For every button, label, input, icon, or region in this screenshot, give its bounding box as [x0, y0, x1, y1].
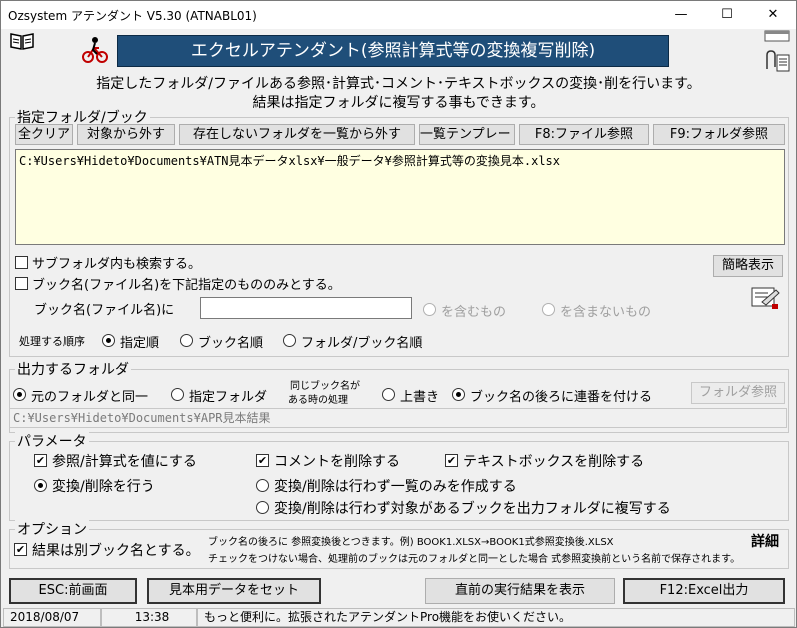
minimize-button[interactable]: —: [658, 1, 704, 29]
esc-back-button[interactable]: ESC:前画面: [9, 578, 137, 604]
delete-comments-checkbox[interactable]: ✔: [256, 454, 269, 467]
folder-book-list[interactable]: C:¥Users¥Hideto¥Documents¥ATN見本データxlsx¥一…: [15, 149, 785, 245]
bookname-only-label[interactable]: ブック名(ファイル名)を下記指定のもののみとする。: [32, 274, 341, 293]
copy-only-radio[interactable]: [256, 501, 269, 514]
window-title: Ozsystem アテンダント V5.30 (ATNABL01): [8, 9, 257, 23]
maximize-button[interactable]: ☐: [704, 1, 750, 29]
remove-missing-folders-button[interactable]: 存在しないフォルダを一覧から外す: [179, 124, 415, 145]
order-folder-book-radio[interactable]: [283, 334, 296, 347]
app-window: Ozsystem アテンダント V5.30 (ATNABL01) — ☐ ✕ エ…: [0, 0, 797, 628]
bookname-only-checkbox[interactable]: [15, 277, 28, 290]
sequence-number-radio[interactable]: [452, 388, 465, 401]
separate-book-label[interactable]: 結果は別ブック名とする。: [32, 540, 200, 560]
simple-view-button[interactable]: 簡略表示: [713, 255, 783, 277]
description-line-1: 指定したフォルダ/ファイルある参照･計算式･コメント･テキストボックスの変換･削…: [96, 76, 701, 92]
copy-only-label[interactable]: 変換/削除は行わず対象があるブックを出力フォルダに複写する: [274, 498, 671, 518]
order-bookname-label[interactable]: ブック名順: [198, 332, 263, 351]
options-note-line1: ブック名の後ろに 参照変換後とつきます。例) BOOK1.XLSX→BOOK1式…: [208, 537, 614, 548]
delete-comments-label[interactable]: コメントを削除する: [274, 451, 400, 471]
output-path-field[interactable]: C:¥Users¥Hideto¥Documents¥APR見本結果: [9, 408, 787, 428]
execute-label[interactable]: 変換/削除を行う: [52, 476, 155, 496]
banner-title: エクセルアテンダント(参照計算式等の変換複写削除): [190, 41, 596, 61]
not-contains-label[interactable]: を含まないもの: [560, 301, 651, 320]
detail-link[interactable]: 詳細: [751, 531, 779, 551]
specified-folder-label[interactable]: 指定フォルダ: [189, 386, 267, 405]
status-time: 13:38: [101, 608, 197, 627]
options-note-line2: チェックをつけない場合、処理前のブックは元のフォルダと同一とした場合 式参照変換…: [208, 554, 741, 565]
status-date: 2018/08/07: [3, 608, 101, 627]
delete-textbox-checkbox[interactable]: ✔: [445, 454, 458, 467]
not-contains-radio[interactable]: [542, 303, 555, 316]
same-name-note-line1: 同じブック名が: [290, 381, 360, 392]
order-folder-book-label[interactable]: フォルダ/ブック名順: [301, 332, 422, 351]
execute-radio[interactable]: [34, 479, 47, 492]
list-item[interactable]: C:¥Users¥Hideto¥Documents¥ATN見本データxlsx¥一…: [16, 150, 784, 171]
f12-excel-output-button[interactable]: F12:Excel出力: [623, 578, 785, 604]
status-message: もっと便利に。拡張されたアテンダントPro機能をお使いください。: [197, 608, 795, 627]
set-sample-data-button[interactable]: 見本用データをセット: [147, 578, 321, 604]
specified-folder-radio[interactable]: [171, 388, 184, 401]
output-folder-reference-button[interactable]: フォルダ参照: [691, 382, 785, 404]
f9-folder-reference-button[interactable]: F9:フォルダ参照: [653, 124, 785, 145]
bookname-filter-label: ブック名(ファイル名)に: [34, 303, 175, 318]
same-name-note-line2: ある時の処理: [288, 395, 348, 406]
window-icon[interactable]: [763, 29, 793, 43]
list-template-button[interactable]: 一覧テンプレート: [419, 124, 515, 145]
separate-book-checkbox[interactable]: ✔: [14, 543, 27, 556]
sequence-number-label[interactable]: ブック名の後ろに連番を付ける: [470, 386, 652, 405]
book-icon[interactable]: [9, 31, 35, 51]
overwrite-radio[interactable]: [382, 388, 395, 401]
parameters-legend: パラメータ: [15, 431, 89, 451]
remove-from-target-button[interactable]: 対象から外す: [77, 124, 175, 145]
clip-icon[interactable]: [763, 49, 791, 73]
same-folder-label[interactable]: 元のフォルダと同一: [31, 386, 148, 405]
f8-file-reference-button[interactable]: F8:ファイル参照: [519, 124, 649, 145]
contains-label[interactable]: を含むもの: [441, 301, 506, 320]
title-bar: Ozsystem アテンダント V5.30 (ATNABL01) — ☐ ✕: [1, 1, 796, 29]
same-folder-radio[interactable]: [13, 388, 26, 401]
order-specified-radio[interactable]: [102, 334, 115, 347]
list-only-radio[interactable]: [256, 479, 269, 492]
options-legend: オプション: [15, 519, 89, 539]
list-only-label[interactable]: 変換/削除は行わず一覧のみを作成する: [274, 476, 517, 496]
ref-to-value-checkbox[interactable]: ✔: [34, 454, 47, 467]
edit-note-icon[interactable]: [750, 284, 782, 312]
subfolder-search-checkbox[interactable]: [15, 256, 28, 269]
subfolder-search-label[interactable]: サブフォルダ内も検索する。: [32, 253, 201, 272]
title-banner: エクセルアテンダント(参照計算式等の変換複写削除): [117, 35, 669, 67]
processing-order-label: 処理する順序: [19, 335, 85, 348]
order-specified-label[interactable]: 指定順: [120, 332, 159, 351]
overwrite-label[interactable]: 上書き: [400, 386, 439, 405]
output-path-value: C:¥Users¥Hideto¥Documents¥APR見本結果: [13, 411, 271, 425]
close-button[interactable]: ✕: [750, 1, 796, 29]
ref-to-value-label[interactable]: 参照/計算式を値にする: [52, 451, 197, 471]
delete-textbox-label[interactable]: テキストボックスを削除する: [463, 451, 644, 471]
bookname-filter-input[interactable]: [200, 297, 412, 319]
order-bookname-radio[interactable]: [180, 334, 193, 347]
clear-all-button[interactable]: 全クリア: [15, 124, 73, 145]
show-last-result-button[interactable]: 直前の実行結果を表示: [425, 578, 615, 604]
output-folder-legend: 出力するフォルダ: [15, 359, 131, 379]
contains-radio[interactable]: [423, 303, 436, 316]
bicycle-icon: [81, 35, 109, 65]
